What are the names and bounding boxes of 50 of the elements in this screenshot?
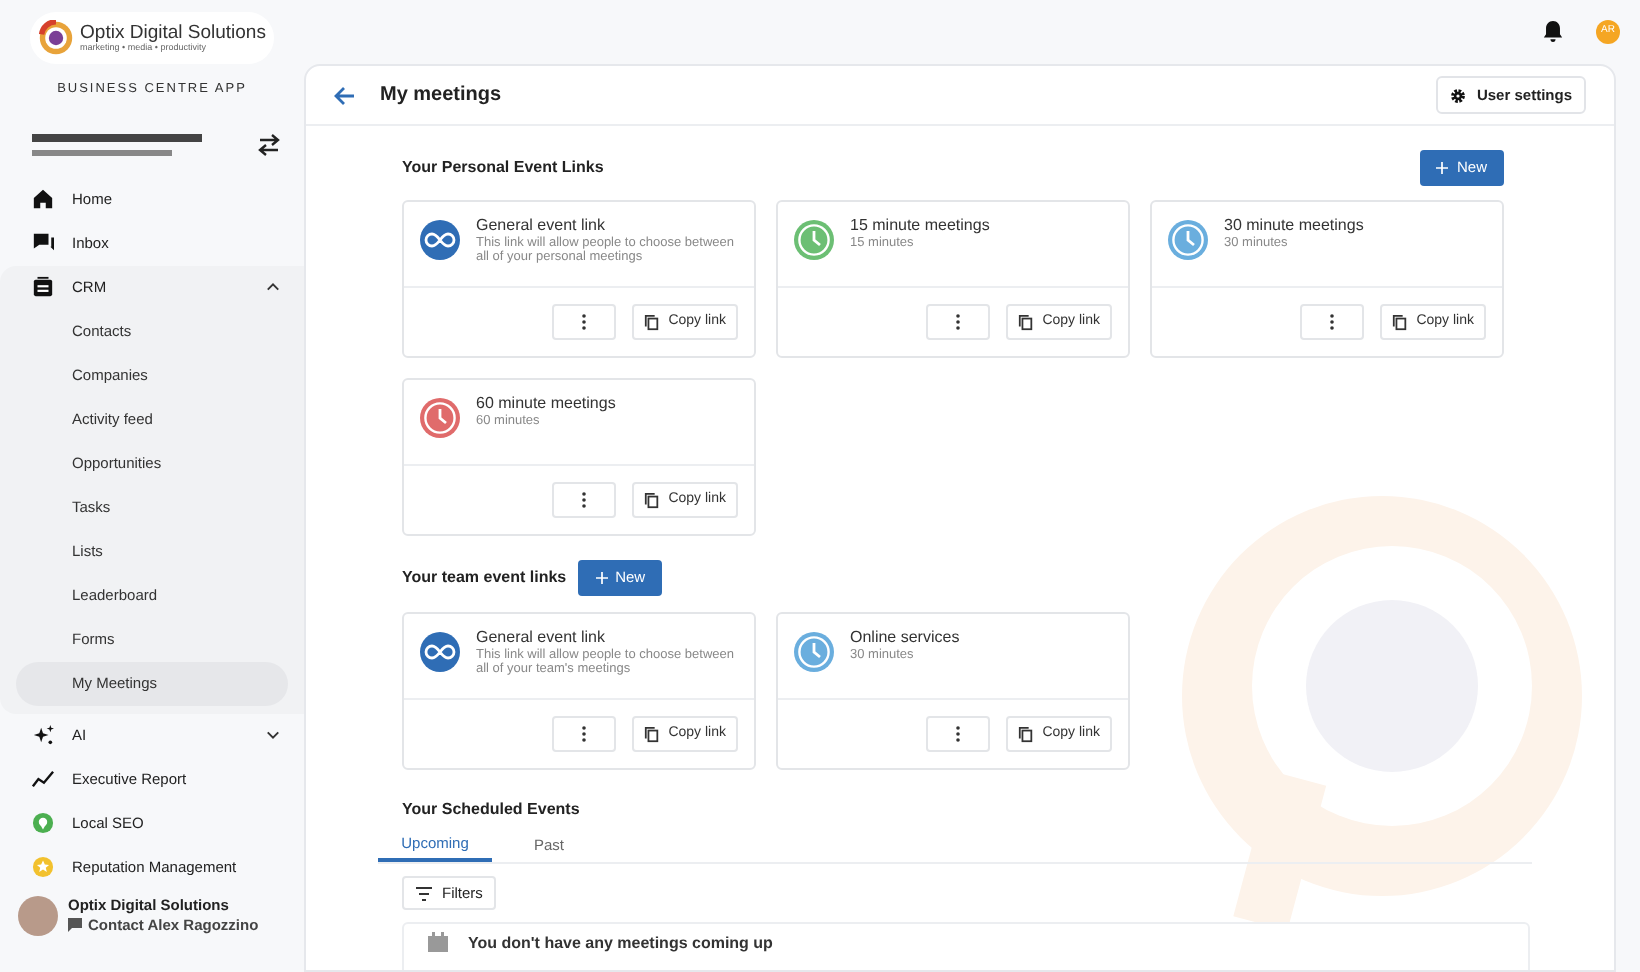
copy-icon <box>1018 313 1035 331</box>
filter-icon <box>416 885 432 901</box>
card-title: General event link <box>476 216 607 236</box>
card-title: 60 minute meetings <box>476 394 618 414</box>
section-title: Your team event links <box>402 566 567 590</box>
plus-icon <box>595 572 608 584</box>
plus-icon <box>1436 162 1449 174</box>
copy-icon <box>644 313 661 331</box>
more-options-button[interactable] <box>926 304 991 340</box>
copy-icon <box>644 725 661 743</box>
chevron-icon[interactable] <box>266 728 280 743</box>
more-icon <box>582 726 587 742</box>
settings-icon <box>1450 87 1467 103</box>
star-icon <box>32 856 54 879</box>
empty-message: You don't have any meetings coming up <box>468 932 773 956</box>
avatar-placeholder <box>18 895 58 936</box>
calendar-icon <box>428 932 448 952</box>
card-title: Online services <box>850 628 962 648</box>
sparkle-icon <box>32 724 54 747</box>
inbox-icon <box>32 232 54 255</box>
copy-icon <box>644 491 661 509</box>
chat-icon <box>68 917 82 932</box>
card-title: 30 minute meetings <box>1224 216 1366 236</box>
more-icon <box>956 726 961 742</box>
copy-icon <box>1018 725 1035 743</box>
card-title: 15 minute meetings <box>850 216 992 236</box>
more-icon <box>582 314 587 330</box>
chevron-icon[interactable] <box>266 280 280 295</box>
section-title: Your Scheduled Events <box>402 798 582 822</box>
page-title: My meetings <box>380 82 502 110</box>
bell-icon[interactable] <box>1542 20 1564 44</box>
more-icon <box>956 314 961 330</box>
location-pin-icon <box>32 812 54 835</box>
more-icon <box>1330 314 1335 330</box>
more-options-button[interactable] <box>1300 304 1365 340</box>
section-title: Your Personal Event Links <box>402 156 604 180</box>
more-icon <box>582 492 587 508</box>
more-options-button[interactable] <box>552 716 617 752</box>
copy-icon <box>1392 313 1409 331</box>
home-icon <box>32 188 54 211</box>
contact-card-icon <box>32 276 54 299</box>
more-options-button[interactable] <box>552 304 617 340</box>
more-options-button[interactable] <box>552 482 617 518</box>
logo-mark-icon <box>38 20 75 56</box>
trend-line-icon <box>32 768 54 791</box>
switch-icon[interactable] <box>258 134 280 157</box>
logo-name: Optix Digital Solutions <box>80 24 266 43</box>
more-options-button[interactable] <box>926 716 991 752</box>
card-title: General event link <box>476 628 607 648</box>
back-arrow-icon[interactable] <box>334 85 356 105</box>
